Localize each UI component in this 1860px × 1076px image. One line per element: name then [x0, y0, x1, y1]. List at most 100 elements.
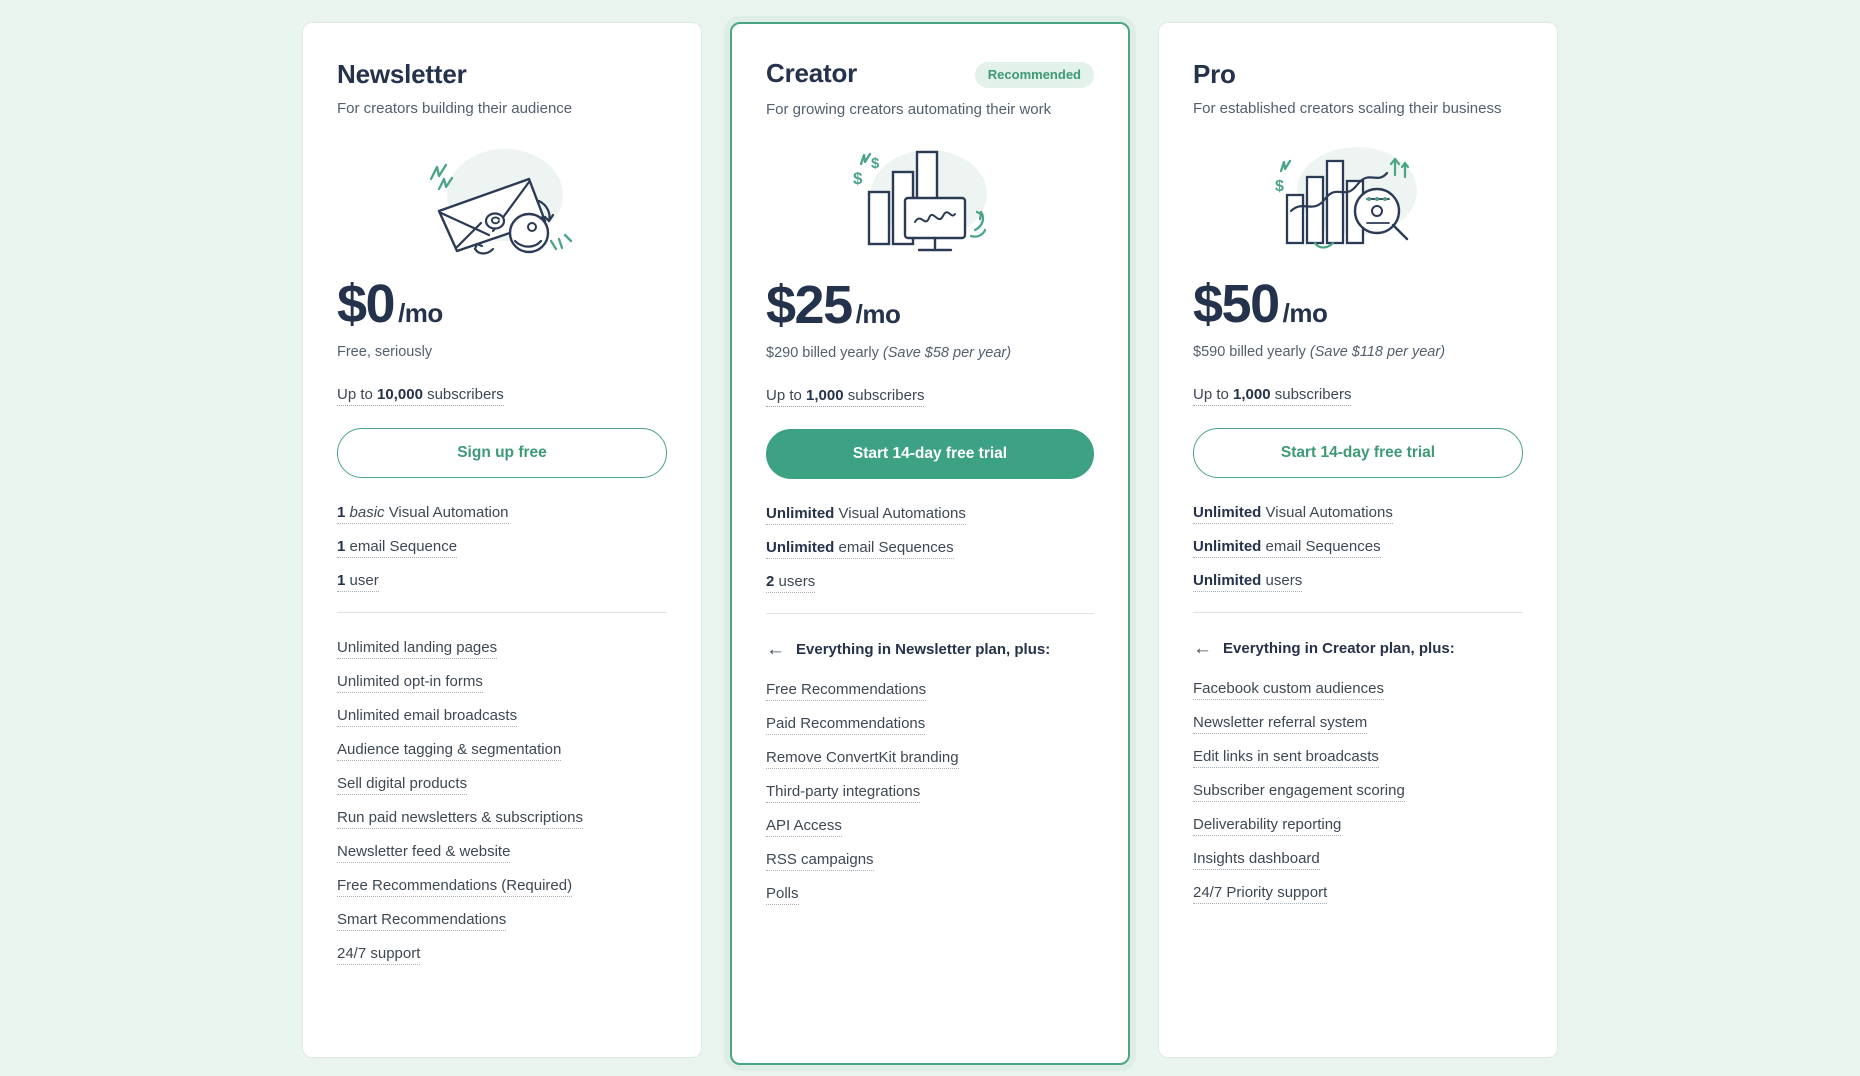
- feature-label: Edit links in sent broadcasts: [1193, 747, 1379, 768]
- billing-note: Free, seriously: [337, 343, 433, 360]
- feature-label: Run paid newsletters & subscriptions: [337, 808, 583, 829]
- feature-item[interactable]: Unlimited users: [1193, 571, 1523, 592]
- feature-item[interactable]: 1 basic Visual Automation: [337, 503, 667, 524]
- feature-label: 24/7 Priority support: [1193, 883, 1328, 904]
- core-feature-list: Unlimited Visual Automations Unlimited em…: [766, 504, 1094, 593]
- cta-button-creator[interactable]: Start 14-day free trial: [766, 428, 1094, 479]
- feature-item[interactable]: Unlimited Visual Automations: [1193, 503, 1523, 524]
- plan-title: Newsletter: [337, 59, 467, 89]
- price-amount: $50: [1193, 273, 1280, 334]
- feature-item[interactable]: 2 users: [766, 572, 1094, 593]
- billing-note: $590 billed yearly: [1193, 343, 1310, 360]
- feature-label: Visual Automations: [834, 504, 966, 522]
- price-note: Free, seriously: [337, 344, 667, 360]
- feature-label: Unlimited landing pages: [337, 638, 498, 659]
- feature-label: email Sequences: [1261, 537, 1381, 555]
- inherited-plan-note: ← Everything in Creator plan, plus:: [1193, 639, 1523, 658]
- svg-text:$: $: [871, 155, 880, 172]
- feature-label: users: [774, 572, 816, 590]
- feature-item[interactable]: Edit links in sent broadcasts: [1193, 747, 1523, 768]
- feature-item[interactable]: Unlimited email Sequences: [766, 538, 1094, 559]
- pricing-card-creator: Creator Recommended For growing creators a…: [730, 22, 1130, 1065]
- plan-tagline: For established creators scaling their b…: [1193, 100, 1502, 117]
- price-amount: $25: [766, 274, 853, 335]
- feature-item[interactable]: Third-party integrations: [766, 782, 1094, 803]
- feature-item[interactable]: Newsletter feed & website: [337, 842, 667, 863]
- feature-item[interactable]: Unlimited email broadcasts: [337, 706, 667, 727]
- feature-item[interactable]: Remove ConvertKit branding: [766, 748, 1094, 769]
- feature-item[interactable]: 24/7 support: [337, 944, 667, 965]
- feature-item[interactable]: Free Recommendations: [766, 680, 1094, 701]
- feature-item[interactable]: Insights dashboard: [1193, 849, 1523, 870]
- feature-item[interactable]: 1 email Sequence: [337, 537, 667, 558]
- feature-label: Visual Automations: [1261, 503, 1393, 521]
- feature-label: RSS campaigns: [766, 850, 874, 871]
- feature-item[interactable]: 1 user: [337, 571, 667, 592]
- inherited-plan-label: Everything in Newsletter plan, plus:: [796, 640, 1051, 658]
- pricing-plans-container: Newsletter For creators building their au…: [0, 0, 1860, 1065]
- feature-item[interactable]: Smart Recommendations: [337, 910, 667, 931]
- feature-label: Unlimited email broadcasts: [337, 706, 518, 727]
- price-row: $0/mo: [337, 277, 667, 331]
- feature-item[interactable]: Unlimited email Sequences: [1193, 537, 1523, 558]
- card-header: Creator Recommended: [766, 60, 1094, 88]
- feature-item[interactable]: Free Recommendations (Required): [337, 876, 667, 897]
- feature-qty: Unlimited: [1193, 571, 1262, 589]
- feature-label: Visual Automation: [384, 503, 509, 521]
- feature-item[interactable]: Unlimited opt-in forms: [337, 672, 667, 693]
- feature-item[interactable]: RSS campaigns: [766, 850, 1094, 871]
- feature-item[interactable]: Paid Recommendations: [766, 714, 1094, 735]
- price-row: $25/mo: [766, 278, 1094, 332]
- feature-item[interactable]: Deliverability reporting: [1193, 815, 1523, 836]
- feature-label: Unlimited opt-in forms: [337, 672, 483, 693]
- subscriber-count: 1,000: [806, 386, 844, 404]
- subscriber-count: 1,000: [1233, 385, 1271, 403]
- feature-label: Subscriber engagement scoring: [1193, 781, 1405, 802]
- card-header: Pro: [1193, 61, 1523, 87]
- feature-label: Remove ConvertKit branding: [766, 748, 959, 769]
- inherited-plan-note: ← Everything in Newsletter plan, plus:: [766, 640, 1094, 659]
- plan-title: Pro: [1193, 59, 1236, 89]
- subscriber-suffix: subscribers: [422, 385, 504, 403]
- subscriber-limit[interactable]: Up to 1,000 subscribers: [766, 386, 925, 407]
- feature-label: Smart Recommendations: [337, 910, 507, 931]
- feature-item[interactable]: Unlimited landing pages: [337, 638, 667, 659]
- price-period: /mo: [855, 298, 901, 329]
- left-arrow-icon: ←: [766, 638, 785, 660]
- feature-item[interactable]: Polls: [766, 884, 1094, 905]
- feature-item[interactable]: Newsletter referral system: [1193, 713, 1523, 734]
- feature-label: Third-party integrations: [766, 782, 921, 803]
- extended-feature-list: Unlimited landing pages Unlimited opt-in …: [337, 638, 667, 965]
- subscriber-count: 10,000: [377, 385, 423, 403]
- feature-label: Free Recommendations (Required): [337, 876, 573, 897]
- price-period: /mo: [398, 297, 443, 328]
- feature-item[interactable]: Unlimited Visual Automations: [766, 504, 1094, 525]
- plan-title: Creator: [766, 58, 858, 88]
- svg-text:$: $: [853, 169, 863, 188]
- feature-item[interactable]: API Access: [766, 816, 1094, 837]
- subscriber-limit[interactable]: Up to 10,000 subscribers: [337, 386, 504, 406]
- feature-item[interactable]: Run paid newsletters & subscriptions: [337, 808, 667, 829]
- billing-note: $290 billed yearly: [766, 344, 883, 361]
- feature-item[interactable]: Sell digital products: [337, 774, 667, 795]
- card-header: Newsletter: [337, 61, 667, 87]
- cta-button-newsletter[interactable]: Sign up free: [337, 427, 667, 478]
- subscriber-limit[interactable]: Up to 1,000 subscribers: [1193, 385, 1352, 406]
- section-divider: [1193, 611, 1523, 613]
- cta-button-pro[interactable]: Start 14-day free trial: [1193, 427, 1523, 478]
- feature-qty: Unlimited: [1193, 503, 1262, 521]
- subscriber-prefix: Up to: [337, 385, 378, 403]
- feature-label: users: [1261, 571, 1303, 589]
- plan-tagline: For growing creators automating their wo…: [766, 101, 1052, 118]
- feature-item[interactable]: Facebook custom audiences: [1193, 679, 1523, 700]
- feature-label: user: [345, 571, 379, 589]
- feature-item[interactable]: 24/7 Priority support: [1193, 883, 1523, 904]
- feature-item[interactable]: Audience tagging & segmentation: [337, 740, 667, 761]
- inherited-plan-label: Everything in Creator plan, plus:: [1223, 639, 1455, 657]
- bar-chart-desk-illustration: $ $: [766, 138, 1094, 256]
- feature-item[interactable]: Subscriber engagement scoring: [1193, 781, 1523, 802]
- savings-note: (Save $118 per year): [1309, 343, 1446, 360]
- feature-qty: Unlimited: [1193, 537, 1262, 555]
- subscriber-suffix: subscribers: [843, 386, 925, 404]
- pricing-card-newsletter: Newsletter For creators building their au…: [302, 22, 702, 1058]
